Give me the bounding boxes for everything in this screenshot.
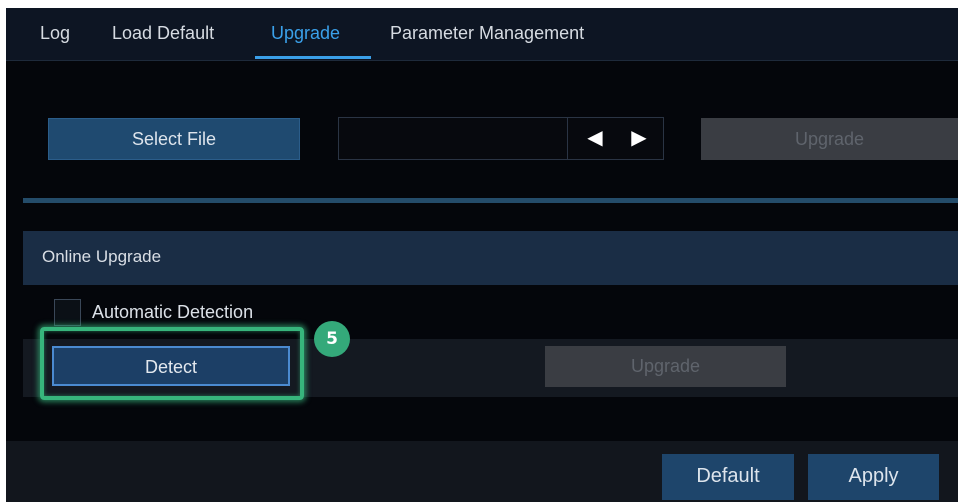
file-selector: ◀ ▶ [338, 117, 664, 160]
section-divider [23, 198, 958, 203]
tab-parameter-management[interactable]: Parameter Management [390, 8, 584, 60]
automatic-detection-label: Automatic Detection [92, 302, 254, 322]
tab-bar: Log Load Default Upgrade Parameter Manag… [6, 8, 958, 61]
triangle-left-icon[interactable]: ◀ [575, 118, 615, 159]
active-tab-indicator [255, 56, 371, 59]
tab-upgrade[interactable]: Upgrade [271, 8, 340, 60]
settings-window: Log Load Default Upgrade Parameter Manag… [6, 8, 958, 502]
tab-log[interactable]: Log [40, 8, 70, 60]
default-button[interactable]: Default [662, 454, 794, 500]
detect-button[interactable]: Detect [52, 346, 290, 386]
automatic-detection-checkbox[interactable] [54, 299, 81, 326]
file-name-display [339, 118, 568, 159]
apply-button[interactable]: Apply [808, 454, 939, 500]
triangle-right-icon[interactable]: ▶ [619, 118, 659, 159]
online-upgrade-button[interactable]: Upgrade [545, 346, 786, 387]
online-upgrade-header: Online Upgrade [23, 231, 958, 285]
step-number-badge: 5 [314, 321, 350, 357]
tab-load-default[interactable]: Load Default [112, 8, 214, 60]
local-upgrade-button[interactable]: Upgrade [701, 118, 958, 160]
select-file-button[interactable]: Select File [48, 118, 300, 160]
